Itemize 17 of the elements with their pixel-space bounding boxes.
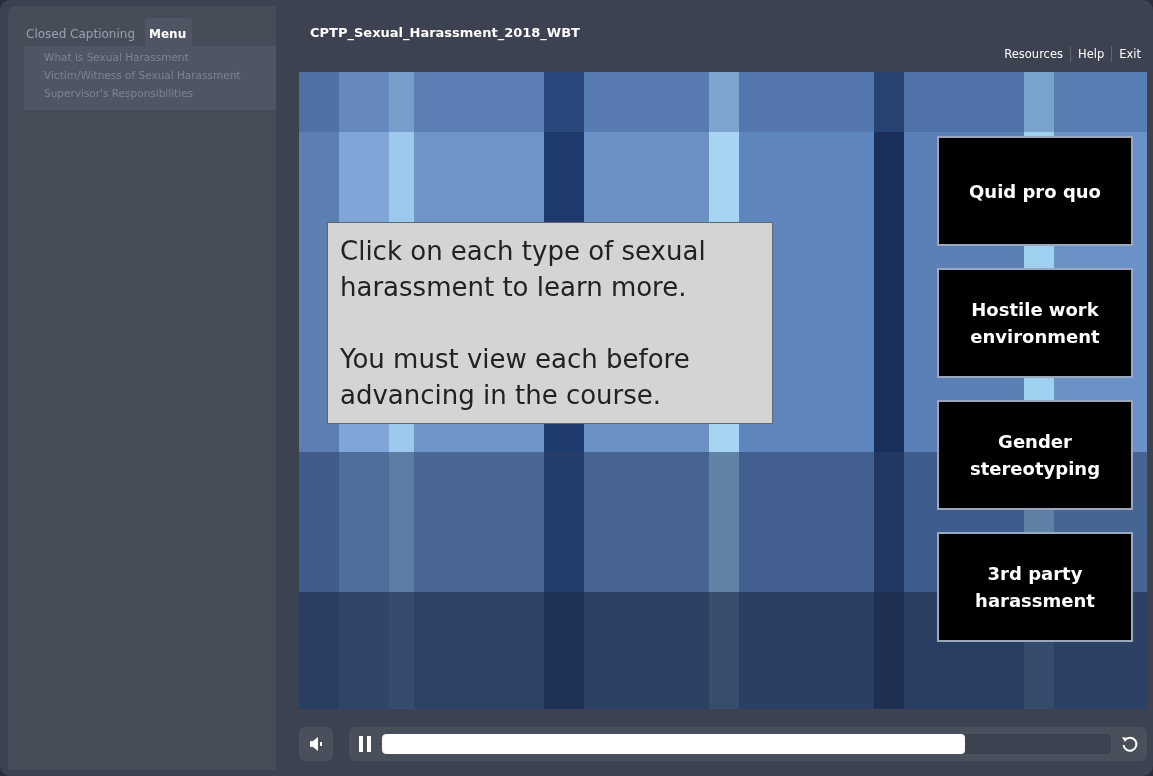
sidebar-tab[interactable]: Menu: [145, 18, 193, 46]
header-link[interactable]: Help: [1078, 47, 1105, 61]
instruction-text: Click on each type of sexual harassment to learn more. You must view each before advancing in the course.: [327, 222, 773, 424]
replay-icon: [1121, 735, 1139, 753]
topic-button[interactable]: Gender stereotyping: [937, 400, 1133, 510]
topic-button[interactable]: 3rd party harassment: [937, 532, 1133, 642]
speaker-icon: [310, 737, 322, 751]
header-link[interactable]: Exit: [1119, 47, 1141, 61]
play-pause-button[interactable]: [359, 736, 372, 752]
header-link[interactable]: Resources: [1004, 47, 1063, 61]
course-title: CPTP_Sexual_Harassment_2018_WBT: [310, 25, 580, 40]
volume-button[interactable]: [299, 727, 333, 761]
topic-button[interactable]: Hostile work environment: [937, 268, 1133, 378]
pause-icon: [359, 736, 372, 752]
replay-button[interactable]: [1121, 735, 1139, 753]
progress-track[interactable]: [382, 734, 1111, 754]
topic-button[interactable]: Quid pro quo: [937, 136, 1133, 246]
